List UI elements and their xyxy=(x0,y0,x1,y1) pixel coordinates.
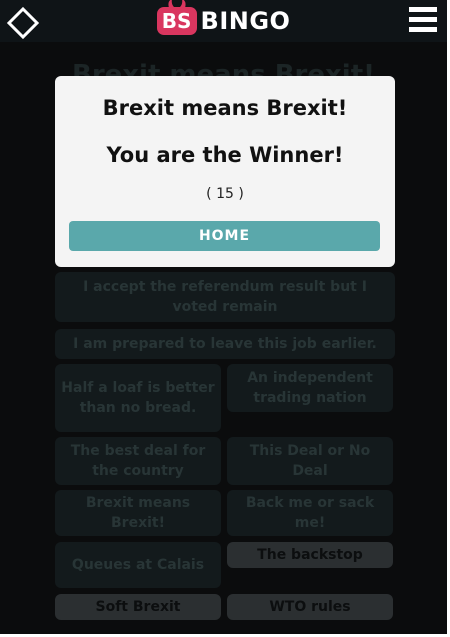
winner-message: You are the Winner! xyxy=(106,143,344,167)
winner-modal: Brexit means Brexit! You are the Winner!… xyxy=(55,76,395,267)
logo-badge: BS xyxy=(156,0,197,35)
bingo-tile-marked[interactable]: WTO rules xyxy=(227,594,393,620)
bingo-tile[interactable]: I accept the referendum result but I vot… xyxy=(55,272,395,322)
bingo-tile-marked[interactable]: Soft Brexit xyxy=(55,594,221,620)
bingo-tile[interactable]: Brexit means Brexit! xyxy=(55,490,221,536)
bingo-tile[interactable]: I am prepared to leave this job earlier. xyxy=(55,329,395,359)
logo-text: BINGO xyxy=(200,7,291,35)
home-button[interactable]: HOME xyxy=(69,221,380,251)
top-bar: BS BINGO xyxy=(0,0,447,42)
bingo-tile[interactable]: This Deal or No Deal xyxy=(227,437,393,485)
bingo-tile[interactable]: An independent trading nation xyxy=(227,364,393,412)
bingo-tile[interactable]: Half a loaf is better than no bread. xyxy=(55,364,221,432)
horns-icon xyxy=(167,0,186,8)
modal-title: Brexit means Brexit! xyxy=(102,96,348,120)
hamburger-menu-icon[interactable] xyxy=(409,7,437,37)
bingo-tile[interactable]: Back me or sack me! xyxy=(227,490,393,536)
bingo-tile[interactable]: The best deal for the country xyxy=(55,437,221,485)
app-logo[interactable]: BS BINGO xyxy=(156,0,291,35)
logo-badge-text: BS xyxy=(161,9,192,33)
bingo-tile-marked[interactable]: The backstop xyxy=(227,542,393,568)
score-count: ( 15 ) xyxy=(206,186,244,202)
bingo-tile[interactable]: Queues at Calais xyxy=(55,542,221,588)
diamond-icon[interactable] xyxy=(6,6,40,40)
